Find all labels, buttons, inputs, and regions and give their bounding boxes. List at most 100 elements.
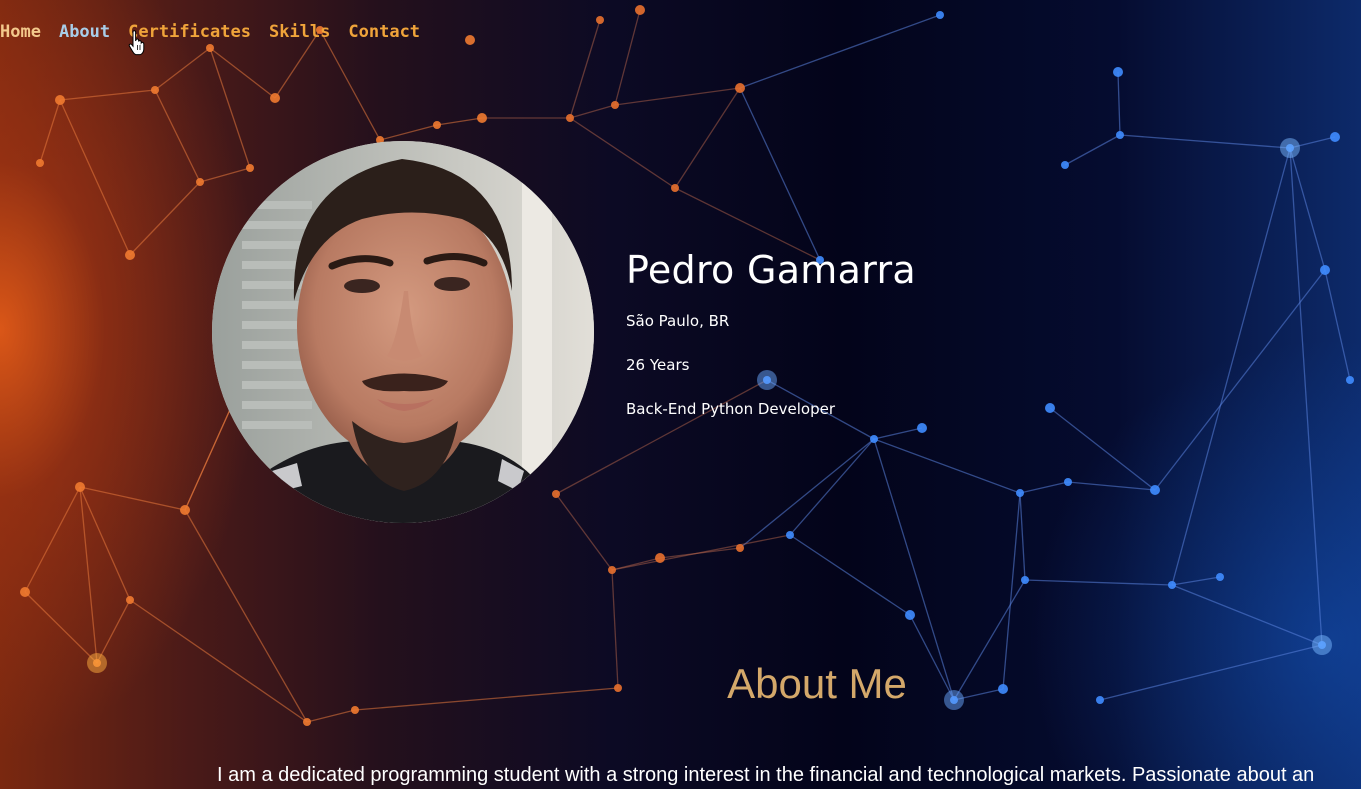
network-line [1154,269,1326,491]
nav-about[interactable]: About [59,22,110,42]
network-line [1171,147,1291,586]
network-node [36,159,44,167]
network-line [1019,492,1026,581]
hand-pointer-cursor-icon [128,30,145,56]
nav-contact[interactable]: Contact [348,22,420,42]
network-line [306,709,356,723]
network-line [789,534,911,616]
network-node [608,566,616,574]
about-me-text: I am a dedicated programming student wit… [217,764,1315,786]
network-node [126,596,134,604]
network-node [1061,161,1069,169]
network-node [655,553,665,563]
network-line [1289,147,1326,271]
network-node [1045,403,1055,413]
network-line [24,591,98,664]
network-line [614,9,641,106]
network-node [1320,265,1330,275]
network-line [1067,481,1156,491]
network-line [555,493,613,571]
network-node [1216,573,1224,581]
network-line [59,99,131,256]
network-line [39,99,61,164]
network-node [20,587,30,597]
network-node [671,184,679,192]
network-node [611,101,619,109]
profile-location: São Paulo, BR [626,312,730,330]
top-nav: Home About Certificates Skills Contact [0,22,420,42]
network-node [1330,132,1340,142]
network-node [465,35,475,45]
network-node [246,164,254,172]
network-line [569,19,601,119]
nav-certificates[interactable]: Certificates [128,22,251,42]
network-line [739,438,875,549]
network-node [125,250,135,260]
network-node [196,178,204,186]
network-line [739,87,821,261]
network-line [436,117,483,126]
network-node [736,544,744,552]
network-node [596,16,604,24]
network-line [24,486,81,593]
network-node [1021,576,1029,584]
network-line [79,486,131,601]
network-line [96,599,131,664]
network-line [199,167,251,183]
network-line [379,124,438,141]
network-node [936,11,944,19]
network-node [1150,485,1160,495]
network-line [789,438,875,536]
nav-skills[interactable]: Skills [269,22,330,42]
network-line [569,117,676,189]
network-node [1168,581,1176,589]
network-line [569,104,616,119]
nav-home[interactable]: Home [0,22,41,42]
network-node [1113,67,1123,77]
network-line [59,89,156,101]
network-glow [1280,138,1300,158]
profile-photo [212,141,594,523]
network-line [1119,134,1291,149]
network-node [477,113,487,123]
network-node [303,718,311,726]
network-node [180,505,190,515]
network-line [1324,269,1351,381]
network-line [674,87,741,189]
network-line [79,486,98,664]
network-node [1016,489,1024,497]
network-node [270,93,280,103]
network-node [635,5,645,15]
network-line [209,47,251,169]
network-line [659,547,741,559]
network-node [917,423,927,433]
network-line [209,47,276,99]
profile-name: Pedro Gamarra [626,248,916,292]
network-line [1171,584,1323,646]
network-line [154,89,201,183]
network-node [1116,131,1124,139]
network-glow [1312,635,1332,655]
network-line [1019,481,1069,494]
network-line [614,87,741,106]
network-line [1289,147,1323,646]
network-line [1171,576,1221,586]
network-line [873,438,1021,494]
network-line [739,14,941,89]
network-node [433,121,441,129]
network-line [129,181,201,256]
network-node [566,114,574,122]
about-me-title: About Me [727,660,907,707]
profile-age: 26 Years [626,356,690,374]
network-line [319,29,381,141]
network-line [1064,134,1121,166]
page: Home About Certificates Skills Contact P… [0,0,1361,789]
network-node [786,531,794,539]
network-node [151,86,159,94]
network-node [1346,376,1354,384]
network-line [1117,71,1121,136]
network-node [735,83,745,93]
network-line [79,486,186,511]
profile-role: Back-End Python Developer [626,400,836,418]
network-node [206,44,214,52]
